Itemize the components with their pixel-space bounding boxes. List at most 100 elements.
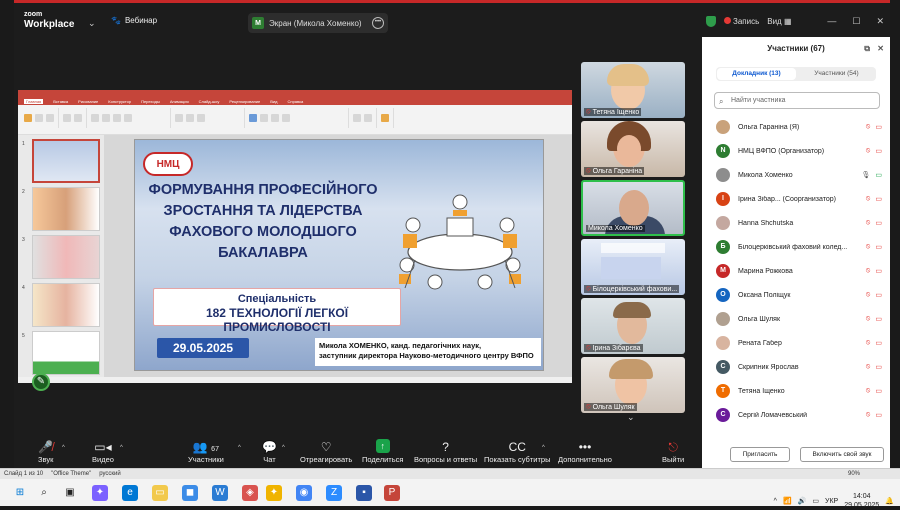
search-input[interactable]: ⌕ Найти участника — [714, 92, 880, 109]
video-tile[interactable]: ⦸ Білоцерківський фахови... — [581, 239, 685, 295]
screen-share-indicator[interactable]: M Экран (Микола Хоменко) ••• — [248, 13, 388, 33]
participant-row[interactable]: Т Тетяна Іщенко ⦸ ▭ — [702, 379, 890, 403]
zoom-icon[interactable]: Z — [326, 485, 342, 501]
video-options-caret[interactable]: ^ — [120, 445, 123, 451]
video-tile[interactable]: ⦸ Ірина Зібарєва — [581, 298, 685, 354]
share-button[interactable]: ↑ Поделиться — [362, 439, 403, 464]
chevron-down-icon[interactable]: ⌄ — [88, 18, 96, 29]
maximize-icon[interactable]: ☐ — [852, 16, 860, 27]
react-button[interactable]: ♡ Отреагировать — [300, 439, 352, 464]
captions-options-caret[interactable]: ^ — [542, 445, 545, 451]
camera-icon[interactable]: ▭ — [875, 123, 882, 131]
file-explorer-icon[interactable]: ▭ — [152, 485, 168, 501]
chevron-down-icon[interactable]: ⌄ — [627, 412, 635, 423]
camera-icon[interactable]: ▭ — [875, 219, 882, 227]
participant-row[interactable]: Б Білоцерківський фаховий колед... ⦸ ▭ — [702, 235, 890, 259]
participant-row[interactable]: О Оксана Поліщук ⦸ ▭ — [702, 283, 890, 307]
photos-icon[interactable]: ◈ — [242, 485, 258, 501]
chat-button[interactable]: 💬 Чат — [262, 439, 277, 464]
mic-off-icon[interactable]: ⦸ — [866, 243, 871, 251]
video-tile[interactable]: ⦸ Ольга Гараніна — [581, 121, 685, 177]
slide-thumbnail[interactable] — [32, 235, 100, 279]
participant-row[interactable]: Ольга Гараніна (Я) ⦸ ▭ — [702, 115, 890, 139]
camera-icon[interactable]: ▭ — [875, 339, 882, 347]
camera-icon[interactable]: ▭ — [875, 291, 882, 299]
speaker-icon[interactable]: 🔊 — [798, 497, 807, 505]
mic-off-icon[interactable]: ⦸ — [866, 315, 871, 323]
participant-row[interactable]: I Ірина Зібар... (Соорганизатор) ⦸ ▭ — [702, 187, 890, 211]
word-icon[interactable]: W — [212, 485, 228, 501]
save-icon[interactable]: ▪ — [356, 485, 372, 501]
mic-off-icon[interactable]: ⦸ — [866, 387, 871, 395]
tab-attendees[interactable]: Участники (54) — [797, 67, 876, 81]
webinar-label[interactable]: 🐾 Вебинар — [111, 16, 157, 25]
audio-options-caret[interactable]: ^ — [62, 445, 65, 451]
powerpoint-icon[interactable]: P — [384, 485, 400, 501]
camera-icon[interactable]: ▭ — [875, 267, 882, 275]
mic-off-icon[interactable]: ⦸ — [866, 291, 871, 299]
mic-off-icon[interactable]: ⦸ — [866, 363, 871, 371]
chevron-up-icon[interactable]: ^ — [774, 498, 777, 505]
participant-row[interactable]: Микола Хоменко 🎙 ▭ — [702, 163, 890, 187]
audio-button[interactable]: 🎤̸ Звук — [38, 439, 53, 464]
edge-icon[interactable]: e — [122, 485, 138, 501]
enable-audio-button[interactable]: Включить свой звук — [800, 447, 884, 462]
camera-icon[interactable]: ▭ — [875, 147, 882, 155]
video-button[interactable]: ▭◂ Видео — [92, 439, 114, 464]
more-options-icon[interactable]: ••• — [372, 17, 384, 29]
participant-row[interactable]: N НМЦ ВФПО (Организатор) ⦸ ▭ — [702, 139, 890, 163]
slide-thumbnail[interactable] — [32, 283, 100, 327]
camera-icon[interactable]: ▭ — [875, 387, 882, 395]
participant-row[interactable]: Ольга Шуляк ⦸ ▭ — [702, 307, 890, 331]
view-button[interactable]: Вид ▦ — [767, 17, 791, 26]
slide-thumbnail[interactable] — [32, 139, 100, 183]
video-tile-active-speaker[interactable]: Микола Хоменко — [581, 180, 685, 236]
mic-off-icon[interactable]: ⦸ — [866, 411, 871, 419]
slide-thumbnail[interactable] — [32, 187, 100, 231]
participant-row[interactable]: С Сергій Ломачевський ⦸ ▭ — [702, 403, 890, 427]
mic-off-icon[interactable]: ⦸ — [866, 339, 871, 347]
battery-icon[interactable]: ▭ — [812, 497, 819, 505]
mic-icon[interactable]: 🎙 — [861, 171, 870, 179]
mic-off-icon[interactable]: ⦸ — [866, 219, 871, 227]
camera-icon[interactable]: ▭ — [875, 243, 882, 251]
camera-icon[interactable]: ▭ — [875, 315, 882, 323]
task-view-icon[interactable]: ▣ — [62, 485, 78, 501]
participant-row[interactable]: М Марина Рожкова ⦸ ▭ — [702, 259, 890, 283]
store-icon[interactable]: ◼ — [182, 485, 198, 501]
more-button[interactable]: ••• Дополнительно — [558, 439, 612, 464]
copilot-icon[interactable]: ✦ — [92, 485, 108, 501]
tab-panelists[interactable]: Докладник (13) — [717, 68, 796, 80]
close-icon[interactable]: ✕ — [877, 44, 884, 54]
camera-icon[interactable]: ▭ — [875, 363, 882, 371]
video-tile[interactable]: ⦸ Ольга Шуляк — [581, 357, 685, 413]
qa-button[interactable]: ? Вопросы и ответы — [414, 439, 477, 464]
minimize-icon[interactable]: — — [827, 16, 836, 27]
chat-options-caret[interactable]: ^ — [282, 445, 285, 451]
popout-icon[interactable]: ⧉ — [864, 44, 870, 54]
camera-icon[interactable]: ▭ — [875, 195, 882, 203]
app-icon[interactable]: ✦ — [266, 485, 282, 501]
camera-icon[interactable]: ▭ — [875, 171, 882, 179]
participant-row[interactable]: Hanna Shchutska ⦸ ▭ — [702, 211, 890, 235]
participants-button[interactable]: 👥 67 Участники — [188, 439, 224, 464]
participants-options-caret[interactable]: ^ — [238, 445, 241, 451]
leave-button[interactable]: ⎋ Выйти — [662, 439, 684, 464]
mic-off-icon[interactable]: ⦸ — [866, 123, 871, 131]
chrome-icon[interactable]: ◉ — [296, 485, 312, 501]
search-icon[interactable]: ⌕ — [36, 485, 52, 501]
participant-row[interactable]: Рената Габер ⦸ ▭ — [702, 331, 890, 355]
mic-off-icon[interactable]: ⦸ — [866, 267, 871, 275]
participant-row[interactable]: С Скрипник Ярослав ⦸ ▭ — [702, 355, 890, 379]
camera-icon[interactable]: ▭ — [875, 411, 882, 419]
notifications-icon[interactable]: 🔔 — [885, 497, 894, 505]
network-icon[interactable]: 📶 — [783, 497, 792, 505]
mic-off-icon[interactable]: ⦸ — [866, 147, 871, 155]
windows-start-icon[interactable]: ⊞ — [12, 485, 28, 501]
annotate-pen-icon[interactable]: ✎ — [32, 373, 50, 391]
slide-thumbnail[interactable] — [32, 331, 100, 375]
video-tile[interactable]: ⦸ Тетяна Іщенко — [581, 62, 685, 118]
captions-button[interactable]: CC Показать субтитры — [484, 439, 550, 464]
close-icon[interactable]: ✕ — [876, 16, 884, 27]
record-indicator[interactable]: Запись — [724, 17, 759, 26]
